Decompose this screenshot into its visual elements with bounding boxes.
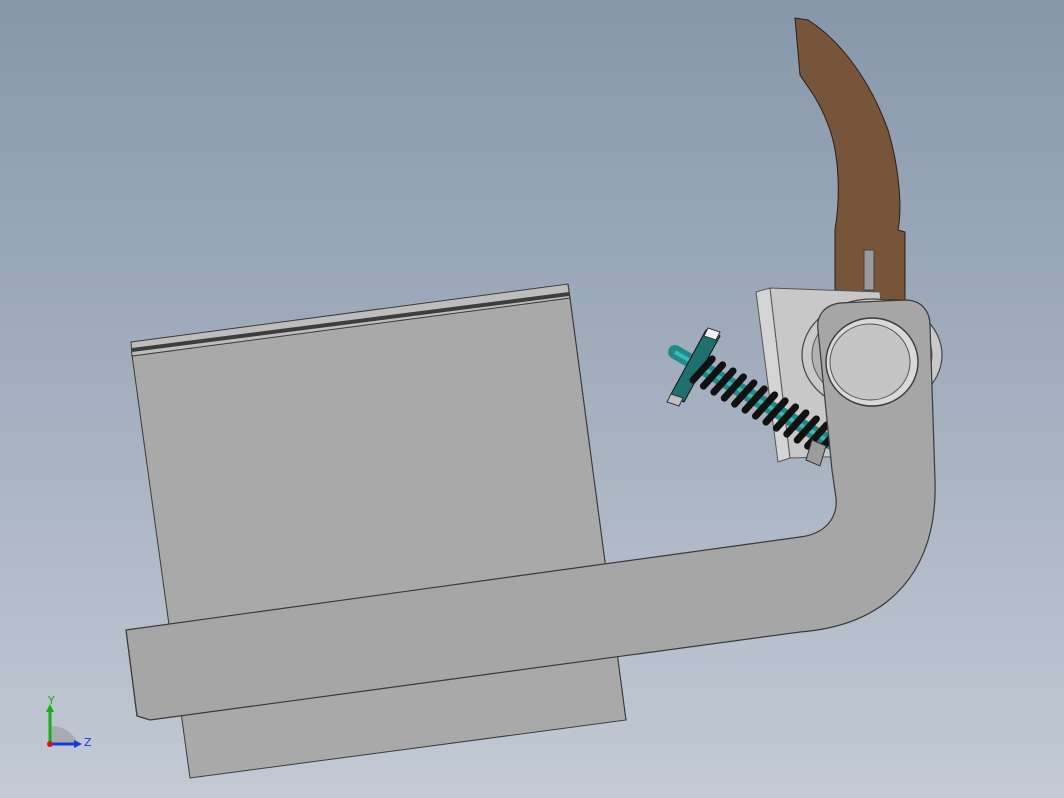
cad-model-view[interactable] <box>0 0 1064 798</box>
x-axis-icon <box>47 741 53 747</box>
y-axis-label: Y <box>47 696 55 707</box>
foot-pedal[interactable] <box>794 17 906 301</box>
z-axis-label: Z <box>84 736 92 749</box>
graphics-viewport[interactable]: Y Z <box>0 0 1064 798</box>
triad-plane-icon <box>50 725 78 744</box>
coordinate-triad: Y Z <box>46 696 92 749</box>
z-axis-arrow-icon <box>74 740 82 748</box>
